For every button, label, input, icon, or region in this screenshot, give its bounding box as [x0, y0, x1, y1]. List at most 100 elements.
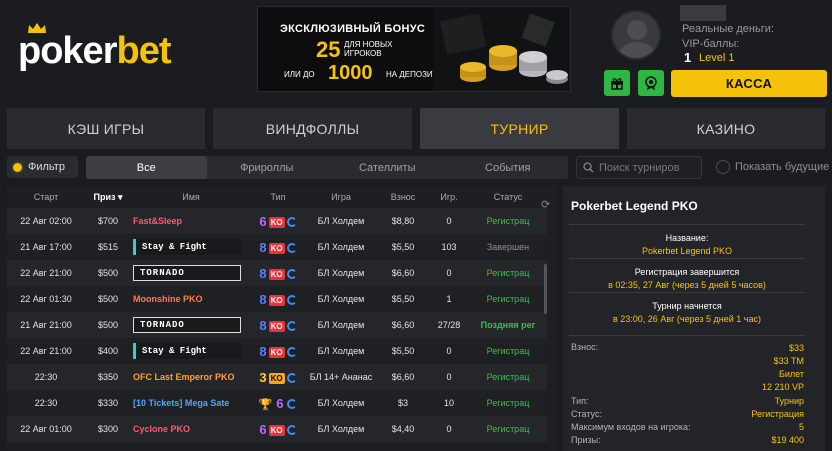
table-row[interactable]: 22 Авг 01:00 $300 Cyclone PKO 6 KO БЛ Хол… [7, 416, 547, 442]
detail-prizes-value: $19 400 [771, 435, 804, 445]
cell-game: БЛ Холдем [305, 286, 377, 312]
detail-prizes-row: Призы: $19 400 [571, 435, 804, 445]
cell-prize: $700 [85, 208, 131, 234]
real-money-label: Реальные деньги: [682, 23, 774, 35]
cashier-button[interactable]: КАССА [671, 70, 827, 97]
tab-tournament[interactable]: ТУРНИР [420, 108, 619, 149]
detail-max-row: Максимум входов на игрока: 5 [571, 422, 804, 432]
table-row[interactable]: 21 Авг 17:00 $515 Stay & Fight 8 KO БЛ Хо… [7, 234, 547, 260]
cell-buyin: $8,80 [377, 208, 429, 234]
detail-status-row: Статус: Регистрация [571, 409, 804, 419]
cell-name: TORNADO [133, 317, 241, 333]
detail-start-box: Турнир начнется в 23:00, 26 Авг (через 5… [569, 292, 805, 332]
cell-players: 0 [429, 338, 469, 364]
cell-game: БЛ Холдем [305, 338, 377, 364]
banner-prefix: ИЛИ ДО [284, 70, 315, 79]
poker-chips-illustration [433, 7, 570, 91]
turbo-icon [286, 295, 297, 306]
gift-button[interactable] [604, 70, 630, 96]
table-row[interactable]: 22:30 $350 OFC Last Emperor PKO 3 KO БЛ 1… [7, 364, 547, 390]
search-box[interactable] [576, 156, 702, 179]
col-type[interactable]: Тип [251, 186, 305, 208]
cell-name: TORNADO [133, 265, 241, 281]
vip-points-label: VIP-баллы: [682, 38, 740, 50]
col-start[interactable]: Старт [7, 186, 85, 208]
type-seats: 8 [259, 291, 267, 307]
detail-reg-label: Регистрация завершится [634, 267, 740, 277]
knockout-badge: KO [268, 372, 285, 384]
tab-casino[interactable]: КАЗИНО [627, 108, 825, 149]
detail-start-value: в 23:00, 26 Авг (через 5 дней 1 час) [613, 314, 761, 324]
col-buyin[interactable]: Взнос [377, 186, 429, 208]
cell-name: Stay & Fight [133, 239, 241, 255]
subtab-events[interactable]: События [448, 156, 569, 179]
badge-icon [645, 76, 657, 90]
table-row[interactable]: 21 Авг 21:00 $500 TORNADO 8 KO БЛ Холдем … [7, 312, 547, 338]
turbo-icon [286, 269, 297, 280]
detail-name-label: Название: [665, 233, 709, 243]
refresh-icon[interactable]: ⟳ [541, 198, 550, 211]
knockout-badge: KO [268, 216, 285, 228]
subtab-all[interactable]: Все [86, 156, 207, 179]
type-seats: 6 [259, 213, 267, 229]
cell-players: 103 [429, 234, 469, 260]
show-future-checkbox[interactable] [716, 160, 730, 174]
cell-name: OFC Last Emperor PKO [133, 372, 235, 382]
pokerbet-logo[interactable]: pokerbet [18, 30, 171, 73]
promo-banner[interactable]: ЭКСКЛЮЗИВНЫЙ БОНУС 25 ДЛЯ НОВЫХ ИГРОКОВ … [257, 6, 571, 92]
detail-type-row: Тип: Турнир [571, 396, 804, 406]
table-row[interactable]: 22 Авг 21:00 $400 Stay & Fight 8 KO БЛ Хо… [7, 338, 547, 364]
type-seats: 6 [276, 395, 284, 411]
tab-cash-games[interactable]: КЭШ ИГРЫ [7, 108, 205, 149]
cell-prize: $300 [85, 416, 131, 442]
col-status[interactable]: Статус [469, 186, 547, 208]
username-box [680, 5, 726, 21]
cell-prize: $500 [85, 286, 131, 312]
cell-prize: $330 [85, 390, 131, 416]
search-input[interactable] [599, 161, 699, 174]
table-row[interactable]: 22 Авг 01:30 $500 Moonshine PKO 8 KO БЛ Х… [7, 286, 547, 312]
col-prize[interactable]: Приз ▾ [85, 186, 131, 208]
col-name[interactable]: Имя [131, 186, 251, 208]
cell-game: БЛ Холдем [305, 208, 377, 234]
turbo-icon [286, 347, 297, 358]
cell-name: Fast&Sleep [133, 216, 183, 226]
banner-headline: ЭКСКЛЮЗИВНЫЙ БОНУС [280, 23, 426, 35]
filter-button[interactable]: Фильтр [7, 156, 78, 178]
sort-desc-icon: ▾ [117, 191, 123, 202]
col-game[interactable]: Игра [305, 186, 377, 208]
table-row[interactable]: 22 Авг 21:00 $500 TORNADO 8 KO БЛ Холдем … [7, 260, 547, 286]
type-seats: 8 [259, 317, 267, 333]
cell-prize: $400 [85, 338, 131, 364]
cell-players: 0 [429, 364, 469, 390]
table-scrollbar[interactable] [544, 264, 547, 314]
avatar[interactable] [611, 10, 661, 60]
level-label: Level 1 [699, 52, 735, 64]
table-row[interactable]: 22 Авг 02:00 $700 Fast&Sleep 6 KO БЛ Холд… [7, 208, 547, 234]
search-icon [583, 162, 594, 173]
detail-buyin-ticket: Билет [778, 369, 804, 379]
detail-status-value: Регистрация [751, 409, 804, 419]
subtab-freerolls[interactable]: Фрироллы [207, 156, 328, 179]
subtab-satellites[interactable]: Сателлиты [327, 156, 448, 179]
filter-label: Фильтр [28, 161, 65, 173]
knockout-badge: KO [268, 242, 285, 254]
tournament-subtabs: Все Фрироллы Сателлиты События [86, 156, 568, 179]
show-future-toggle[interactable]: Показать будущие [716, 160, 829, 174]
turbo-icon [286, 217, 297, 228]
badge-button[interactable] [638, 70, 664, 96]
knockout-badge: KO [268, 268, 285, 280]
detail-start-label: Турнир начнется [652, 301, 722, 311]
logo-text-bet: bet [116, 30, 171, 72]
cell-prize: $515 [85, 234, 131, 260]
cell-start: 22 Авг 01:00 [7, 416, 85, 442]
type-seats: 8 [259, 343, 267, 359]
tab-windfalls[interactable]: ВИНДФОЛЛЫ [213, 108, 412, 149]
table-row[interactable]: 22:30 $330 [10 Tickets] Mega Sate 🏆 6 БЛ… [7, 390, 547, 416]
cell-start: 21 Авг 21:00 [7, 312, 85, 338]
banner-amount-1-desc: ДЛЯ НОВЫХ ИГРОКОВ [344, 40, 393, 58]
detail-buyin-cash: $33 [788, 343, 804, 353]
col-players[interactable]: Игр. [429, 186, 469, 208]
detail-reg-value: в 02:35, 27 Авг (через 5 дней 5 часов) [608, 280, 766, 290]
cell-players: 0 [429, 208, 469, 234]
